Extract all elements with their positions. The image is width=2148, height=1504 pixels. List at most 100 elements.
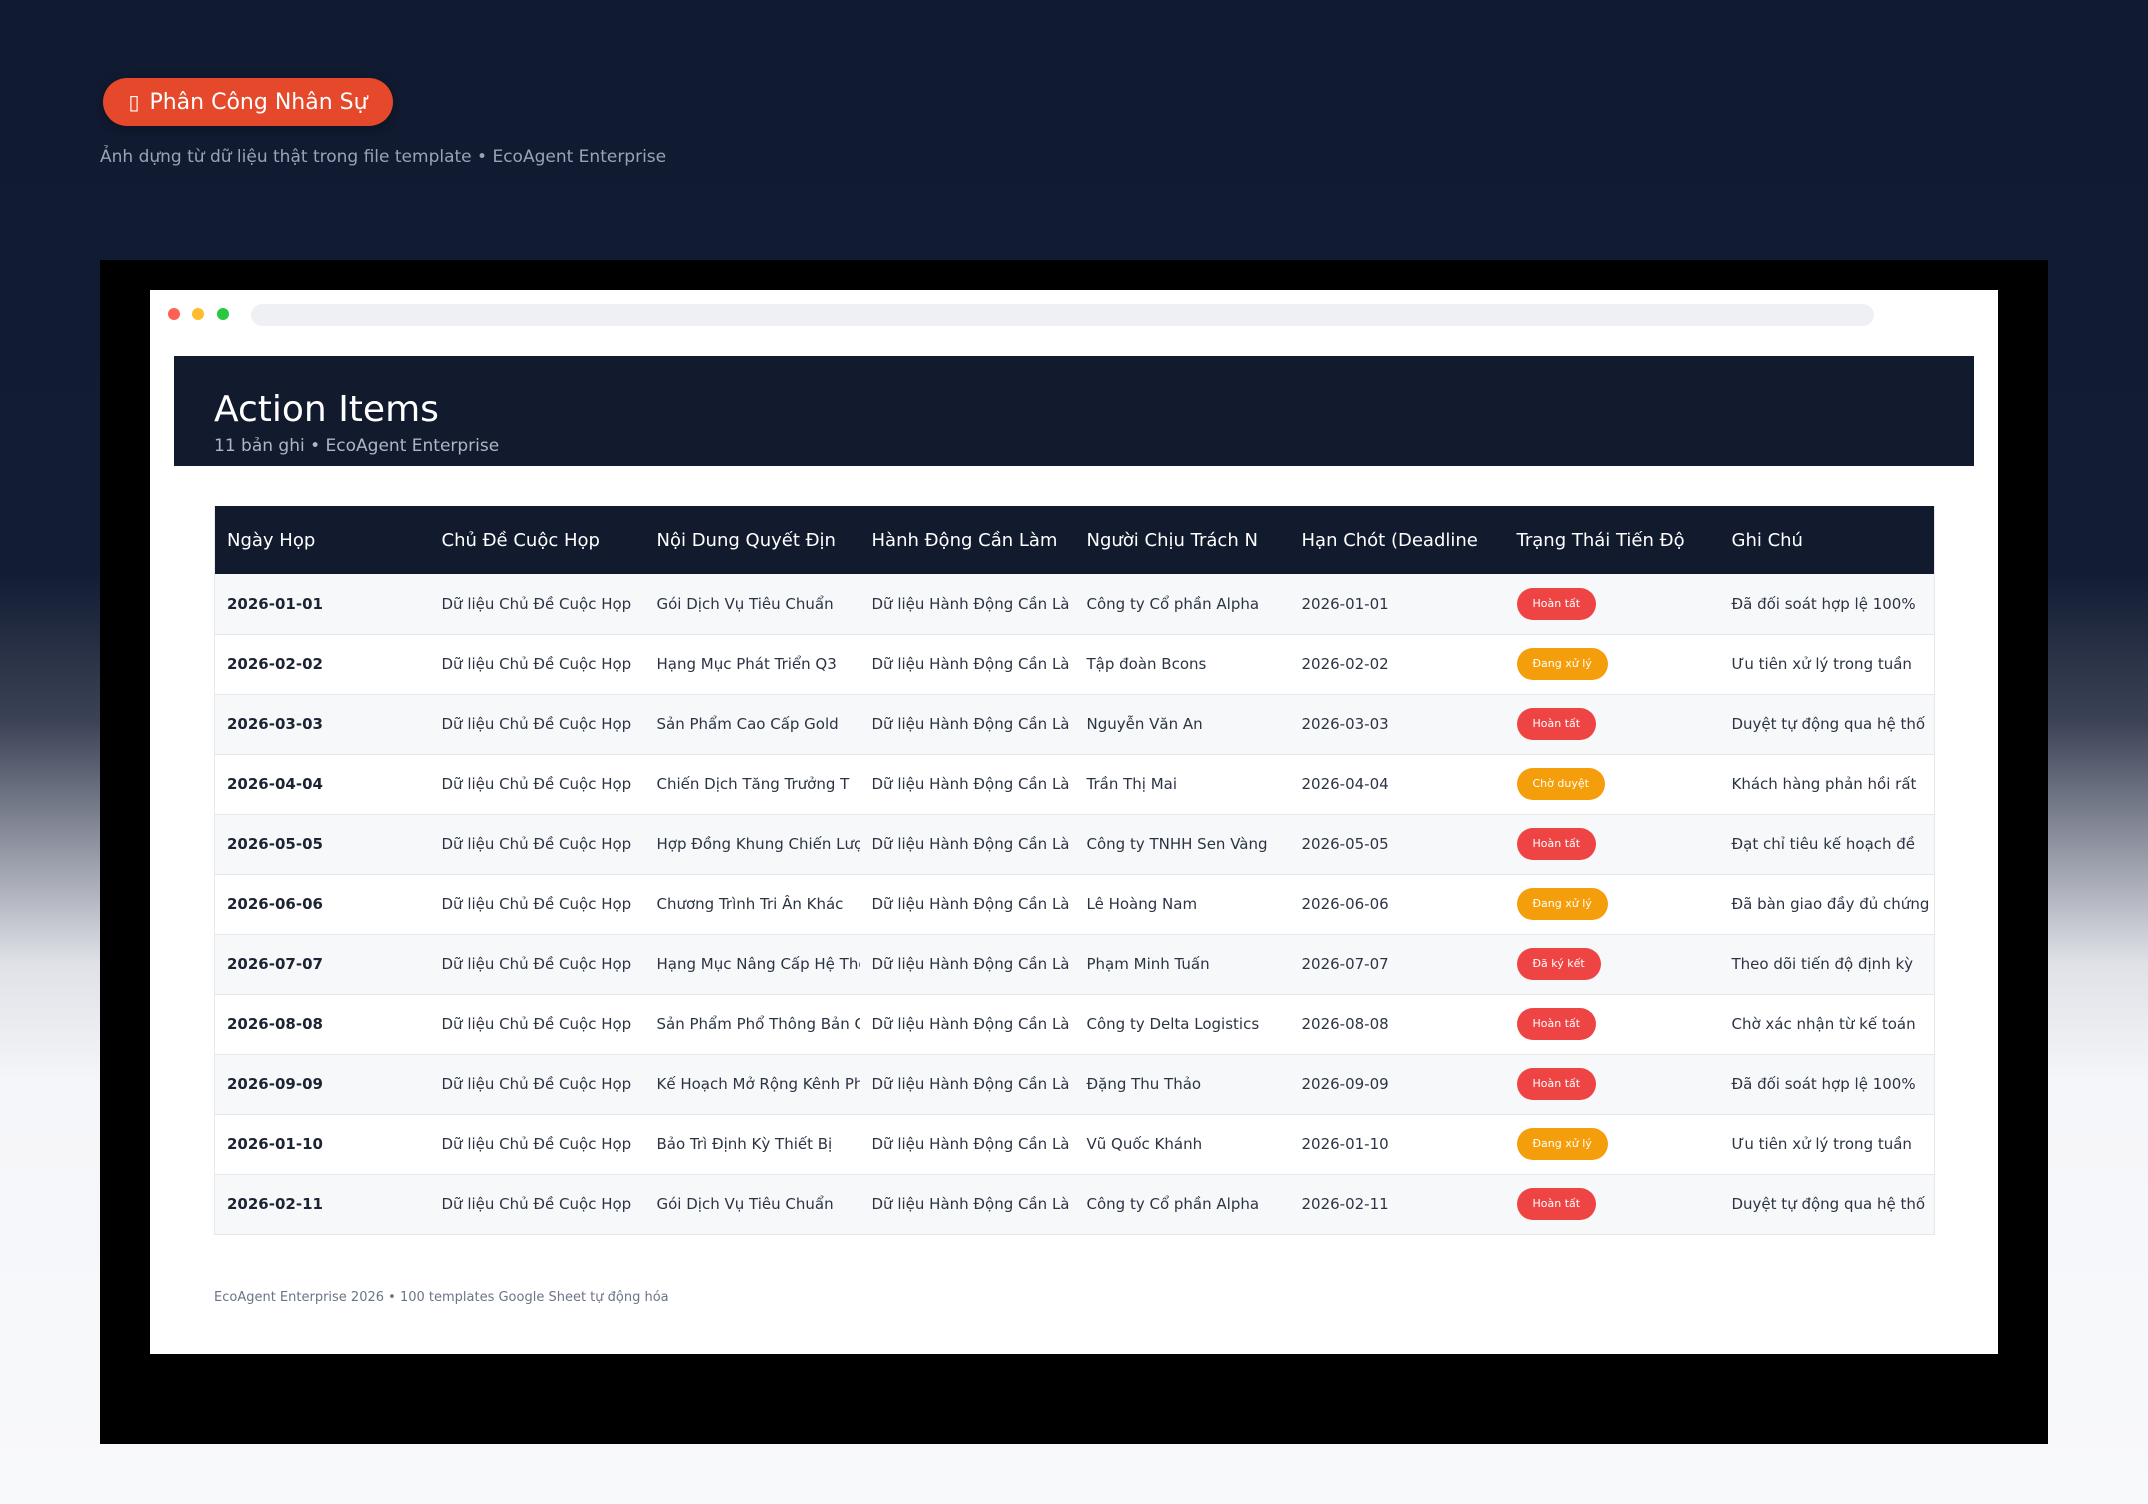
- cell-note: Chờ xác nhận từ kế toán: [1719, 994, 1935, 1055]
- cell-date: 2026-02-11: [214, 1174, 430, 1235]
- cell-owner: Công ty Cổ phần Alpha: [1074, 1174, 1290, 1235]
- status-badge: Hoàn tất: [1516, 587, 1597, 620]
- cell-deadline: 2026-03-03: [1289, 694, 1505, 755]
- sheet-title: Action Items: [214, 389, 439, 430]
- cell-action: Dữ liệu Hành Động Cần Là: [859, 754, 1075, 815]
- cell-action: Dữ liệu Hành Động Cần Là: [859, 934, 1075, 995]
- cell-topic: Dữ liệu Chủ Đề Cuộc Họp: [429, 874, 645, 935]
- cell-date: 2026-07-07: [214, 934, 430, 995]
- cell-date: 2026-03-03: [214, 694, 430, 755]
- screenshot-frame: Action Items 11 bản ghi • EcoAgent Enter…: [100, 260, 2048, 1444]
- cell-action: Dữ liệu Hành Động Cần Là: [859, 634, 1075, 695]
- cell-date: 2026-01-10: [214, 1114, 430, 1175]
- column-header[interactable]: Chủ Đề Cuộc Họp: [429, 506, 645, 574]
- table-row[interactable]: 2026-01-01 Dữ liệu Chủ Đề Cuộc Họp Gói Dịc…: [214, 574, 1935, 635]
- cell-owner: Công ty Cổ phần Alpha: [1074, 574, 1290, 635]
- cell-decision: Hạng Mục Nâng Cấp Hệ Thố: [644, 934, 860, 995]
- cell-status: Hoàn tất: [1504, 1174, 1720, 1235]
- cell-date: 2026-09-09: [214, 1054, 430, 1115]
- cell-decision: Sản Phẩm Cao Cấp Gold: [644, 694, 860, 755]
- cell-owner: Tập đoàn Bcons: [1074, 634, 1290, 695]
- address-bar[interactable]: [251, 304, 1874, 326]
- table-row[interactable]: 2026-08-08 Dữ liệu Chủ Đề Cuộc Họp Sản Phẩ…: [214, 994, 1935, 1055]
- cell-status: Hoàn tất: [1504, 814, 1720, 875]
- cell-action: Dữ liệu Hành Động Cần Là: [859, 814, 1075, 875]
- table-row[interactable]: 2026-05-05 Dữ liệu Chủ Đề Cuộc Họp Hợp Đồn…: [214, 814, 1935, 875]
- column-header[interactable]: Người Chịu Trách N: [1074, 506, 1290, 574]
- cell-note: Đã đối soát hợp lệ 100%: [1719, 574, 1935, 635]
- cell-note: Đạt chỉ tiêu kế hoạch đề: [1719, 814, 1935, 875]
- cell-deadline: 2026-05-05: [1289, 814, 1505, 875]
- close-dot-icon[interactable]: [168, 308, 180, 320]
- cell-action: Dữ liệu Hành Động Cần Là: [859, 994, 1075, 1055]
- table-row[interactable]: 2026-07-07 Dữ liệu Chủ Đề Cuộc Họp Hạng Mụ…: [214, 934, 1935, 995]
- badge-label: Phân Công Nhân Sự: [149, 89, 368, 115]
- cell-note: Đã đối soát hợp lệ 100%: [1719, 1054, 1935, 1115]
- cell-owner: Nguyễn Văn An: [1074, 694, 1290, 755]
- cell-deadline: 2026-02-02: [1289, 634, 1505, 695]
- cell-owner: Công ty Delta Logistics: [1074, 994, 1290, 1055]
- column-header[interactable]: Hành Động Cần Làm: [859, 506, 1075, 574]
- cell-deadline: 2026-01-01: [1289, 574, 1505, 635]
- maximize-dot-icon[interactable]: [217, 308, 229, 320]
- cell-date: 2026-08-08: [214, 994, 430, 1055]
- cell-decision: Hạng Mục Phát Triển Q3: [644, 634, 860, 695]
- page-subtitle: Ảnh dựng từ dữ liệu thật trong file temp…: [100, 147, 667, 167]
- table-row[interactable]: 2026-06-06 Dữ liệu Chủ Đề Cuộc Họp Chương …: [214, 874, 1935, 935]
- browser-window: Action Items 11 bản ghi • EcoAgent Enter…: [150, 290, 1998, 1354]
- table-row[interactable]: 2026-04-04 Dữ liệu Chủ Đề Cuộc Họp Chiến D…: [214, 754, 1935, 815]
- column-header[interactable]: Nội Dung Quyết Địn: [644, 506, 860, 574]
- table-row[interactable]: 2026-09-09 Dữ liệu Chủ Đề Cuộc Họp Kế Hoạc…: [214, 1054, 1935, 1115]
- cell-action: Dữ liệu Hành Động Cần Là: [859, 574, 1075, 635]
- footer-text: EcoAgent Enterprise 2026 • 100 templates…: [214, 1290, 669, 1305]
- column-header[interactable]: Ghi Chú: [1719, 506, 1935, 574]
- table-row[interactable]: 2026-02-02 Dữ liệu Chủ Đề Cuộc Họp Hạng Mụ…: [214, 634, 1935, 695]
- cell-date: 2026-01-01: [214, 574, 430, 635]
- status-badge: Đang xử lý: [1516, 888, 1608, 920]
- cell-date: 2026-02-02: [214, 634, 430, 695]
- cell-owner: Công ty TNHH Sen Vàng: [1074, 814, 1290, 875]
- cell-note: Đã bàn giao đầy đủ chứng: [1719, 874, 1935, 935]
- cell-decision: Chương Trình Tri Ân Khác: [644, 874, 860, 935]
- cell-owner: Đặng Thu Thảo: [1074, 1054, 1290, 1115]
- table-body: 2026-01-01 Dữ liệu Chủ Đề Cuộc Họp Gói Dịc…: [214, 574, 1935, 1235]
- table-row[interactable]: 2026-01-10 Dữ liệu Chủ Đề Cuộc Họp Bảo Trì…: [214, 1114, 1935, 1175]
- cell-note: Duyệt tự động qua hệ thố: [1719, 694, 1935, 755]
- cell-note: Khách hàng phản hồi rất: [1719, 754, 1935, 815]
- cell-date: 2026-06-06: [214, 874, 430, 935]
- action-items-table: Ngày Họp Chủ Đề Cuộc Họp Nội Dung Quyết Đị…: [214, 506, 1935, 1235]
- table-row[interactable]: 2026-03-03 Dữ liệu Chủ Đề Cuộc Họp Sản Phẩ…: [214, 694, 1935, 755]
- cell-decision: Hợp Đồng Khung Chiến Lượ: [644, 814, 860, 875]
- cell-status: Đã ký kết: [1504, 934, 1720, 995]
- column-header[interactable]: Trạng Thái Tiến Độ: [1504, 506, 1720, 574]
- cell-owner: Phạm Minh Tuấn: [1074, 934, 1290, 995]
- table-row[interactable]: 2026-02-11 Dữ liệu Chủ Đề Cuộc Họp Gói Dịc…: [214, 1174, 1935, 1235]
- cell-action: Dữ liệu Hành Động Cần Là: [859, 1174, 1075, 1235]
- column-header[interactable]: Ngày Họp: [214, 506, 430, 574]
- cell-decision: Bảo Trì Định Kỳ Thiết Bị: [644, 1114, 860, 1175]
- title-badge: ▯ Phân Công Nhân Sự: [103, 78, 393, 126]
- cell-deadline: 2026-01-10: [1289, 1114, 1505, 1175]
- status-badge: Chờ duyệt: [1516, 768, 1605, 800]
- sheet-header: Action Items 11 bản ghi • EcoAgent Enter…: [174, 356, 1974, 466]
- cell-deadline: 2026-09-09: [1289, 1054, 1505, 1115]
- cell-action: Dữ liệu Hành Động Cần Là: [859, 1114, 1075, 1175]
- cell-status: Hoàn tất: [1504, 694, 1720, 755]
- cell-date: 2026-05-05: [214, 814, 430, 875]
- cell-owner: Trần Thị Mai: [1074, 754, 1290, 815]
- column-header[interactable]: Hạn Chót (Deadline: [1289, 506, 1505, 574]
- cell-deadline: 2026-02-11: [1289, 1174, 1505, 1235]
- minimize-dot-icon[interactable]: [192, 308, 204, 320]
- cell-topic: Dữ liệu Chủ Đề Cuộc Họp: [429, 1174, 645, 1235]
- sheet-subtitle: 11 bản ghi • EcoAgent Enterprise: [214, 436, 500, 456]
- cell-deadline: 2026-06-06: [1289, 874, 1505, 935]
- cell-decision: Chiến Dịch Tăng Trưởng T: [644, 754, 860, 815]
- cell-decision: Gói Dịch Vụ Tiêu Chuẩn: [644, 574, 860, 635]
- cell-date: 2026-04-04: [214, 754, 430, 815]
- cell-topic: Dữ liệu Chủ Đề Cuộc Họp: [429, 934, 645, 995]
- cell-status: Hoàn tất: [1504, 994, 1720, 1055]
- cell-topic: Dữ liệu Chủ Đề Cuộc Họp: [429, 994, 645, 1055]
- cell-deadline: 2026-04-04: [1289, 754, 1505, 815]
- cell-status: Hoàn tất: [1504, 1054, 1720, 1115]
- cell-deadline: 2026-08-08: [1289, 994, 1505, 1055]
